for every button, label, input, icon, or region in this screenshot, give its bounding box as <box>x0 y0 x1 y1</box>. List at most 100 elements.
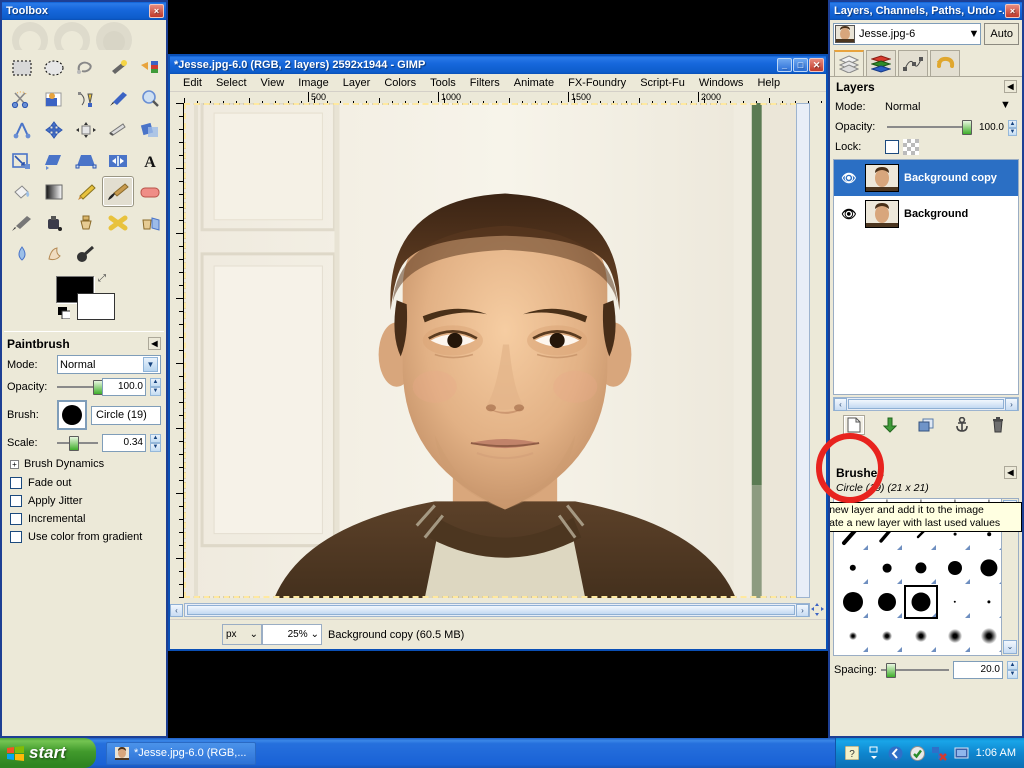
ink-tool[interactable] <box>38 207 70 238</box>
align-tool[interactable] <box>70 114 102 145</box>
perspective-tool[interactable] <box>70 145 102 176</box>
menu-fx-foundry[interactable]: FX-Foundry <box>561 76 633 90</box>
menu-script-fu[interactable]: Script-Fu <box>633 76 692 90</box>
use-color-from-gradient-checkbox[interactable]: Use color from gradient <box>2 528 166 546</box>
brush-cell[interactable] <box>904 551 938 585</box>
brush-cell[interactable] <box>870 585 904 619</box>
delete-layer-button[interactable] <box>987 415 1009 435</box>
select-by-color-tool[interactable] <box>134 52 166 83</box>
lock-alpha-checkbox[interactable] <box>885 140 899 154</box>
brush-value[interactable]: Circle (19) <box>91 405 161 425</box>
chevron-down-icon[interactable]: ▼ <box>968 28 979 40</box>
paintbrush-tool[interactable] <box>102 176 134 207</box>
unit-select[interactable]: px ⌄ <box>222 624 262 645</box>
airbrush-tool[interactable] <box>6 207 38 238</box>
brush-cell[interactable] <box>904 653 938 655</box>
layers-list[interactable]: 👁 Background copy 👁 Background <box>833 159 1019 395</box>
minimize-icon[interactable]: _ <box>777 58 792 72</box>
menu-windows[interactable]: Windows <box>692 76 751 90</box>
menu-select[interactable]: Select <box>209 76 254 90</box>
chevron-down-icon[interactable]: ▼ <box>143 357 158 372</box>
opacity-stepper[interactable]: ▲ ▼ <box>150 378 161 396</box>
opacity-value[interactable]: 100.0 <box>102 378 146 396</box>
start-button[interactable]: start <box>0 738 96 768</box>
toolbox-close-icon[interactable]: × <box>149 4 164 18</box>
perspective-clone-tool[interactable] <box>134 207 166 238</box>
stepper-down-icon[interactable]: ▼ <box>150 443 161 452</box>
tool-grid[interactable]: A <box>2 50 166 271</box>
tab-paths[interactable] <box>898 50 928 76</box>
spacing-value[interactable]: 20.0 <box>953 661 1003 679</box>
shield-icon[interactable] <box>910 745 926 761</box>
checkbox-icon[interactable] <box>10 477 22 489</box>
swap-colors-icon[interactable]: ⤢ <box>98 273 106 284</box>
slider-knob[interactable] <box>886 663 897 678</box>
scissors-select-tool[interactable] <box>6 83 38 114</box>
opacity-slider[interactable] <box>57 379 104 395</box>
flip-tool[interactable] <box>102 145 134 176</box>
brush-cell[interactable] <box>938 551 972 585</box>
rotate-tool[interactable] <box>134 114 166 145</box>
slider-knob[interactable] <box>69 436 80 451</box>
image-window-titlebar[interactable]: *Jesse.jpg-6.0 (RGB, 2 layers) 2592x1944… <box>170 56 826 74</box>
layers-button-row[interactable] <box>830 413 1022 437</box>
dock-tabs[interactable] <box>830 48 1022 77</box>
stepper-down-icon[interactable]: ▼ <box>1008 128 1017 136</box>
image-selector[interactable]: Jesse.jpg-6 ▼ <box>833 23 982 45</box>
dock-titlebar[interactable]: Layers, Channels, Paths, Undo -... × <box>830 2 1022 20</box>
canvas-vertical-scrollbar[interactable] <box>796 103 810 598</box>
brush-cell[interactable] <box>836 585 870 619</box>
foreground-select-tool[interactable] <box>38 83 70 114</box>
toolbox-titlebar[interactable]: Toolbox × <box>2 2 166 20</box>
canvas-horizontal-scrollbar[interactable]: › <box>184 603 810 617</box>
background-color-swatch[interactable] <box>77 293 115 320</box>
stepper-down-icon[interactable]: ▼ <box>150 387 161 396</box>
ellipse-select-tool[interactable] <box>38 52 70 83</box>
taskbar-item-gimp[interactable]: *Jesse.jpg-6.0 (RGB,... <box>106 741 256 765</box>
tab-channels[interactable] <box>866 50 896 76</box>
security-alert-icon[interactable] <box>932 745 948 761</box>
lock-transparency-icon[interactable] <box>903 139 919 155</box>
brush-cell[interactable] <box>836 619 870 653</box>
zoom-select[interactable]: 25% ⌄ <box>262 624 322 645</box>
incremental-checkbox[interactable]: Incremental <box>2 510 166 528</box>
scroll-right-arrow-icon[interactable]: › <box>1005 398 1018 411</box>
tab-undo-history[interactable] <box>930 50 960 76</box>
image-canvas[interactable] <box>184 103 826 598</box>
layer-row-background[interactable]: 👁 Background <box>834 196 1018 232</box>
chevron-down-icon[interactable]: ▼ <box>1000 98 1017 115</box>
menu-image[interactable]: Image <box>291 76 336 90</box>
heal-tool[interactable] <box>102 207 134 238</box>
chevron-down-icon[interactable]: ⌄ <box>250 629 258 640</box>
menu-edit[interactable]: Edit <box>176 76 209 90</box>
color-area[interactable]: ⤢ <box>2 271 166 329</box>
new-layer-button[interactable] <box>843 415 865 435</box>
dock-close-icon[interactable]: × <box>1005 4 1020 18</box>
menubar[interactable]: Edit Select View Image Layer Colors Tool… <box>170 74 826 92</box>
menu-filters[interactable]: Filters <box>463 76 507 90</box>
vertical-ruler[interactable]: (function(){var v=document.currentScript… <box>170 103 184 598</box>
rect-select-tool[interactable] <box>6 52 38 83</box>
layers-panel-collapse-icon[interactable]: ◀ <box>1004 80 1017 93</box>
clone-tool[interactable] <box>70 207 102 238</box>
eye-icon[interactable]: 👁 <box>838 207 860 221</box>
stepper-up-icon[interactable]: ▲ <box>150 378 161 387</box>
brush-cell[interactable] <box>870 653 904 655</box>
tab-layers[interactable] <box>834 50 864 76</box>
checkbox-icon[interactable] <box>10 513 22 525</box>
brush-cell[interactable] <box>836 653 870 655</box>
layer-opacity-slider[interactable] <box>887 119 972 135</box>
brushes-panel-collapse-icon[interactable]: ◀ <box>1004 466 1017 479</box>
measure-tool[interactable] <box>6 114 38 145</box>
color-picker-tool[interactable] <box>102 83 134 114</box>
stepper-down-icon[interactable]: ▼ <box>1007 670 1018 679</box>
close-icon[interactable]: ✕ <box>809 58 824 72</box>
menu-view[interactable]: View <box>254 76 292 90</box>
stepper-up-icon[interactable]: ▲ <box>1008 120 1017 128</box>
scroll-down-arrow-icon[interactable]: ⌄ <box>1003 640 1017 654</box>
layers-horizontal-scrollbar[interactable]: ‹ › <box>833 397 1019 411</box>
duplicate-layer-button[interactable] <box>915 415 937 435</box>
bucket-fill-tool[interactable] <box>6 176 38 207</box>
paths-tool[interactable] <box>70 83 102 114</box>
brush-cell[interactable] <box>938 585 972 619</box>
